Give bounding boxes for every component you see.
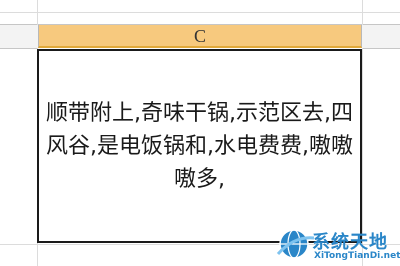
watermark-logo: 系统天地 XiTongTianDi.net xyxy=(276,222,400,266)
watermark-url: XiTongTianDi.net xyxy=(314,251,400,261)
grid-line xyxy=(362,0,363,25)
grid-line xyxy=(0,12,400,13)
column-header-d[interactable] xyxy=(362,25,400,49)
cell-text: 顺带附上,奇味干锅,示范区去,四风谷,是电饭锅和,水电费费,嗷嗷嗷多, xyxy=(46,100,353,192)
column-header-c[interactable]: C xyxy=(38,25,362,48)
globe-icon xyxy=(276,229,315,259)
merged-cell-c[interactable]: 顺带附上,奇味干锅,示范区去,四风谷,是电饭锅和,水电费费,嗷嗷嗷多, xyxy=(37,49,362,243)
column-header-b[interactable] xyxy=(0,25,38,49)
grid-line xyxy=(37,0,38,25)
